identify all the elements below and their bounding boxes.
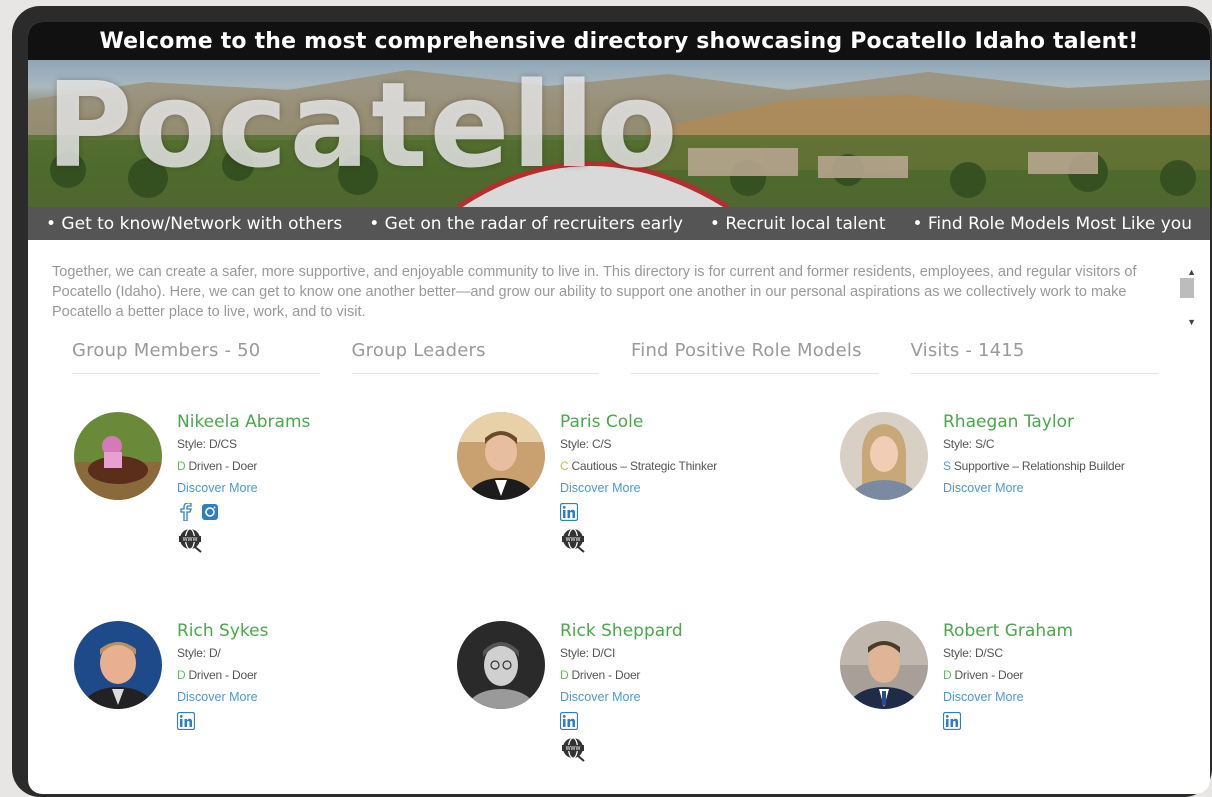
member-style: Style: D/CI xyxy=(560,646,616,660)
role-models-tab[interactable]: Find Positive Role Models xyxy=(631,340,879,374)
intro-textbox[interactable]: Together, we can create a safer, more su… xyxy=(28,240,1210,330)
trait-letter: D xyxy=(560,668,569,682)
trait-text: Driven - Doer xyxy=(571,668,641,682)
facebook-icon[interactable] xyxy=(177,503,195,521)
member-style: Style: S/C xyxy=(943,437,995,451)
member-name[interactable]: Rhaegan Taylor xyxy=(943,412,1125,432)
member-name[interactable]: Paris Cole xyxy=(560,412,717,432)
avatar[interactable] xyxy=(457,412,545,500)
tagline-bar: • Get to know/Network with others • Get … xyxy=(28,207,1210,240)
tagline-recruit: • Recruit local talent xyxy=(709,213,886,234)
member-card: Rhaegan Taylor Style: S/C S Supportive – … xyxy=(840,412,1210,602)
linkedin-icon[interactable] xyxy=(560,503,578,521)
scroll-down-icon[interactable]: ▼ xyxy=(1187,312,1196,332)
member-trait: C Cautious – Strategic Thinker xyxy=(560,459,717,473)
screen: Welcome to the most comprehensive direct… xyxy=(28,22,1210,794)
trait-text: Cautious – Strategic Thinker xyxy=(571,459,718,473)
tablet-frame: Welcome to the most comprehensive direct… xyxy=(12,6,1212,797)
member-name[interactable]: Rich Sykes xyxy=(177,621,268,641)
member-info: Rich Sykes Style: D/ D Driven - Doer Disc… xyxy=(177,621,268,736)
website-globe-icon[interactable]: WWW xyxy=(560,736,586,762)
group-leaders-tab[interactable]: Group Leaders xyxy=(351,340,599,374)
discover-more-link[interactable]: Discover More xyxy=(177,481,310,495)
member-name[interactable]: Rick Sheppard xyxy=(560,621,683,641)
member-style: Style: D/ xyxy=(177,646,221,660)
social-links xyxy=(560,712,683,730)
trait-letter: D xyxy=(177,459,186,473)
trait-text: Driven - Doer xyxy=(954,668,1024,682)
social-links xyxy=(177,503,310,521)
member-trait: D Driven - Doer xyxy=(560,668,683,682)
member-style: Style: D/SC xyxy=(943,646,1003,660)
visits-tab[interactable]: Visits - 1415 xyxy=(910,340,1158,374)
member-card: Robert Graham Style: D/SC D Driven - Doer… xyxy=(840,621,1210,794)
social-links xyxy=(560,503,717,521)
member-trait: D Driven - Doer xyxy=(943,668,1073,682)
discover-more-link[interactable]: Discover More xyxy=(943,481,1125,495)
avatar[interactable] xyxy=(457,621,545,709)
trait-letter: D xyxy=(177,668,186,682)
linkedin-icon[interactable] xyxy=(943,712,961,730)
member-info: Robert Graham Style: D/SC D Driven - Doer… xyxy=(943,621,1073,736)
avatar[interactable] xyxy=(840,412,928,500)
member-trait: S Supportive – Relationship Builder xyxy=(943,459,1125,473)
hero-title: Pocatello xyxy=(46,60,680,194)
welcome-banner: Welcome to the most comprehensive direct… xyxy=(28,22,1210,60)
website-globe-icon[interactable]: WWW xyxy=(177,527,203,553)
member-name[interactable]: Nikeela Abrams xyxy=(177,412,310,432)
avatar[interactable] xyxy=(74,412,162,500)
member-style: Style: C/S xyxy=(560,437,612,451)
discover-more-link[interactable]: Discover More xyxy=(177,690,268,704)
trait-text: Driven - Doer xyxy=(188,668,258,682)
group-members-tab[interactable]: Group Members - 50 xyxy=(72,340,320,374)
trait-text: Supportive – Relationship Builder xyxy=(953,459,1125,473)
avatar[interactable] xyxy=(74,621,162,709)
trait-letter: D xyxy=(943,668,952,682)
hero-image: Pocatello xyxy=(28,60,1210,207)
trait-text: Driven - Doer xyxy=(188,459,258,473)
linkedin-icon[interactable] xyxy=(177,712,195,730)
trait-letter: C xyxy=(560,459,569,473)
social-links xyxy=(177,712,268,730)
member-info: Nikeela Abrams Style: D/CS D Driven - Doe… xyxy=(177,412,310,553)
trait-letter: S xyxy=(943,459,951,473)
discover-more-link[interactable]: Discover More xyxy=(560,690,683,704)
svg-text:WWW: WWW xyxy=(566,746,581,752)
member-card: Rick Sheppard Style: D/CI D Driven - Doer… xyxy=(457,621,837,794)
member-trait: D Driven - Doer xyxy=(177,668,268,682)
member-info: Rick Sheppard Style: D/CI D Driven - Doer… xyxy=(560,621,683,762)
discover-more-link[interactable]: Discover More xyxy=(560,481,717,495)
tagline-role-models: • Find Role Models Most Like you xyxy=(912,213,1192,234)
linkedin-icon[interactable] xyxy=(560,712,578,730)
member-trait: D Driven - Doer xyxy=(177,459,310,473)
website-globe-icon[interactable]: WWW xyxy=(560,527,586,553)
tagline-network: • Get to know/Network with others xyxy=(46,213,343,234)
member-info: Paris Cole Style: C/S C Cautious – Strate… xyxy=(560,412,717,553)
member-style: Style: D/CS xyxy=(177,437,237,451)
instagram-icon[interactable] xyxy=(201,503,219,521)
intro-text: Together, we can create a safer, more su… xyxy=(52,264,1137,320)
scrollbar-thumb[interactable] xyxy=(1180,278,1194,298)
social-links xyxy=(943,712,1073,730)
svg-text:WWW: WWW xyxy=(566,537,581,543)
stats-row: Group Members - 50 Group Leaders Find Po… xyxy=(28,330,1210,374)
member-card: Nikeela Abrams Style: D/CS D Driven - Doe… xyxy=(74,412,454,602)
tagline-recruiters: • Get on the radar of recruiters early xyxy=(369,213,683,234)
svg-text:WWW: WWW xyxy=(183,537,198,543)
member-name[interactable]: Robert Graham xyxy=(943,621,1073,641)
member-card: Paris Cole Style: C/S C Cautious – Strate… xyxy=(457,412,837,602)
avatar[interactable] xyxy=(840,621,928,709)
discover-more-link[interactable]: Discover More xyxy=(943,690,1073,704)
member-info: Rhaegan Taylor Style: S/C S Supportive – … xyxy=(943,412,1125,503)
member-card: Rich Sykes Style: D/ D Driven - Doer Disc… xyxy=(74,621,454,794)
